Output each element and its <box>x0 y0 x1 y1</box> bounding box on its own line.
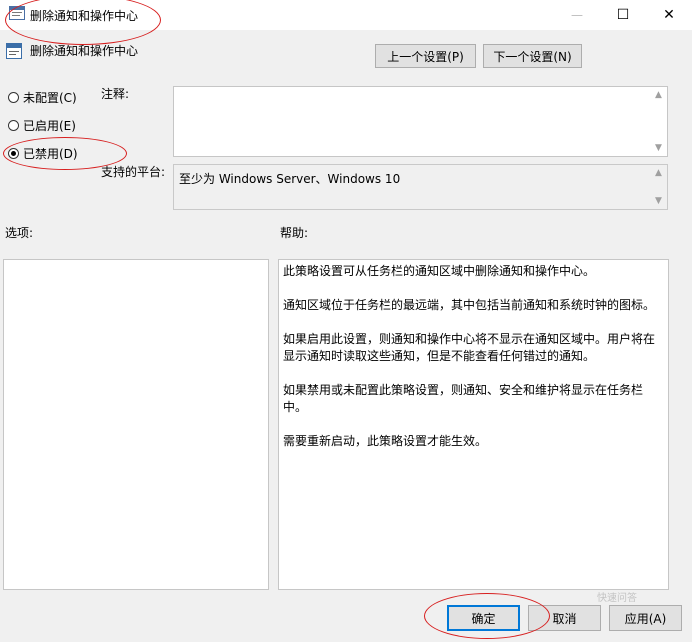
comment-textarea[interactable]: ▲ ▼ <box>173 86 668 157</box>
policy-name: 删除通知和操作中心 <box>30 44 139 58</box>
platform-scrollbar[interactable]: ▲ ▼ <box>652 165 667 209</box>
previous-setting-button[interactable]: 上一个设置(P) <box>375 44 476 68</box>
radio-label: 未配置(C) <box>23 90 77 105</box>
help-paragraph: 如果禁用或未配置此策略设置，则通知、安全和维护将显示在任务栏中。 <box>283 383 644 414</box>
help-label: 帮助: <box>280 226 309 240</box>
comment-scrollbar[interactable]: ▲ ▼ <box>652 87 667 156</box>
radio-enabled[interactable]: 已启用(E) <box>8 116 76 134</box>
radio-checked-icon <box>8 147 19 159</box>
policy-app-icon <box>9 6 25 20</box>
ok-button[interactable]: 确定 <box>447 605 520 631</box>
options-panel <box>3 259 269 590</box>
supported-platform-box: 至少为 Windows Server、Windows 10 ▲ ▼ <box>173 164 668 210</box>
cancel-button[interactable]: 取消 <box>528 605 601 631</box>
scroll-down-icon[interactable]: ▼ <box>655 143 662 153</box>
radio-circle-icon <box>8 119 19 131</box>
minimize-button[interactable]: — <box>554 0 600 30</box>
radio-disabled[interactable]: 已禁用(D) <box>8 144 78 162</box>
help-paragraph: 需要重新启动，此策略设置才能生效。 <box>283 434 488 448</box>
supported-platform-label: 支持的平台: <box>101 165 166 179</box>
options-label: 选项: <box>5 226 34 240</box>
window-title: 删除通知和操作中心 <box>30 9 139 23</box>
minimize-icon: — <box>571 8 583 22</box>
next-setting-button[interactable]: 下一个设置(N) <box>483 44 582 68</box>
radio-label: 已禁用(D) <box>23 146 78 161</box>
comment-label: 注释: <box>101 87 130 101</box>
help-paragraph: 通知区域位于任务栏的最远端，其中包括当前通知和系统时钟的图标。 <box>283 298 656 312</box>
help-panel: 此策略设置可从任务栏的通知区域中删除通知和操作中心。 通知区域位于任务栏的最远端… <box>278 259 669 590</box>
scroll-up-icon[interactable]: ▲ <box>655 90 662 100</box>
help-paragraph: 此策略设置可从任务栏的通知区域中删除通知和操作中心。 <box>283 264 596 278</box>
policy-setting-icon <box>6 43 22 59</box>
watermark: 快速问答 <box>597 593 637 604</box>
radio-not-configured[interactable]: 未配置(C) <box>8 88 77 106</box>
close-icon: ✕ <box>663 7 675 23</box>
radio-label: 已启用(E) <box>23 118 76 133</box>
scroll-up-icon[interactable]: ▲ <box>655 168 662 178</box>
maximize-icon: ☐ <box>616 7 630 23</box>
scroll-down-icon[interactable]: ▼ <box>655 196 662 206</box>
help-paragraph: 如果启用此设置，则通知和操作中心将不显示在通知区域中。用户将在显示通知时读取这些… <box>283 332 656 363</box>
radio-circle-icon <box>8 91 19 103</box>
close-button[interactable]: ✕ <box>646 0 692 30</box>
apply-button[interactable]: 应用(A) <box>609 605 682 631</box>
supported-platform-value: 至少为 Windows Server、Windows 10 <box>179 172 401 186</box>
maximize-button[interactable]: ☐ <box>600 0 646 30</box>
